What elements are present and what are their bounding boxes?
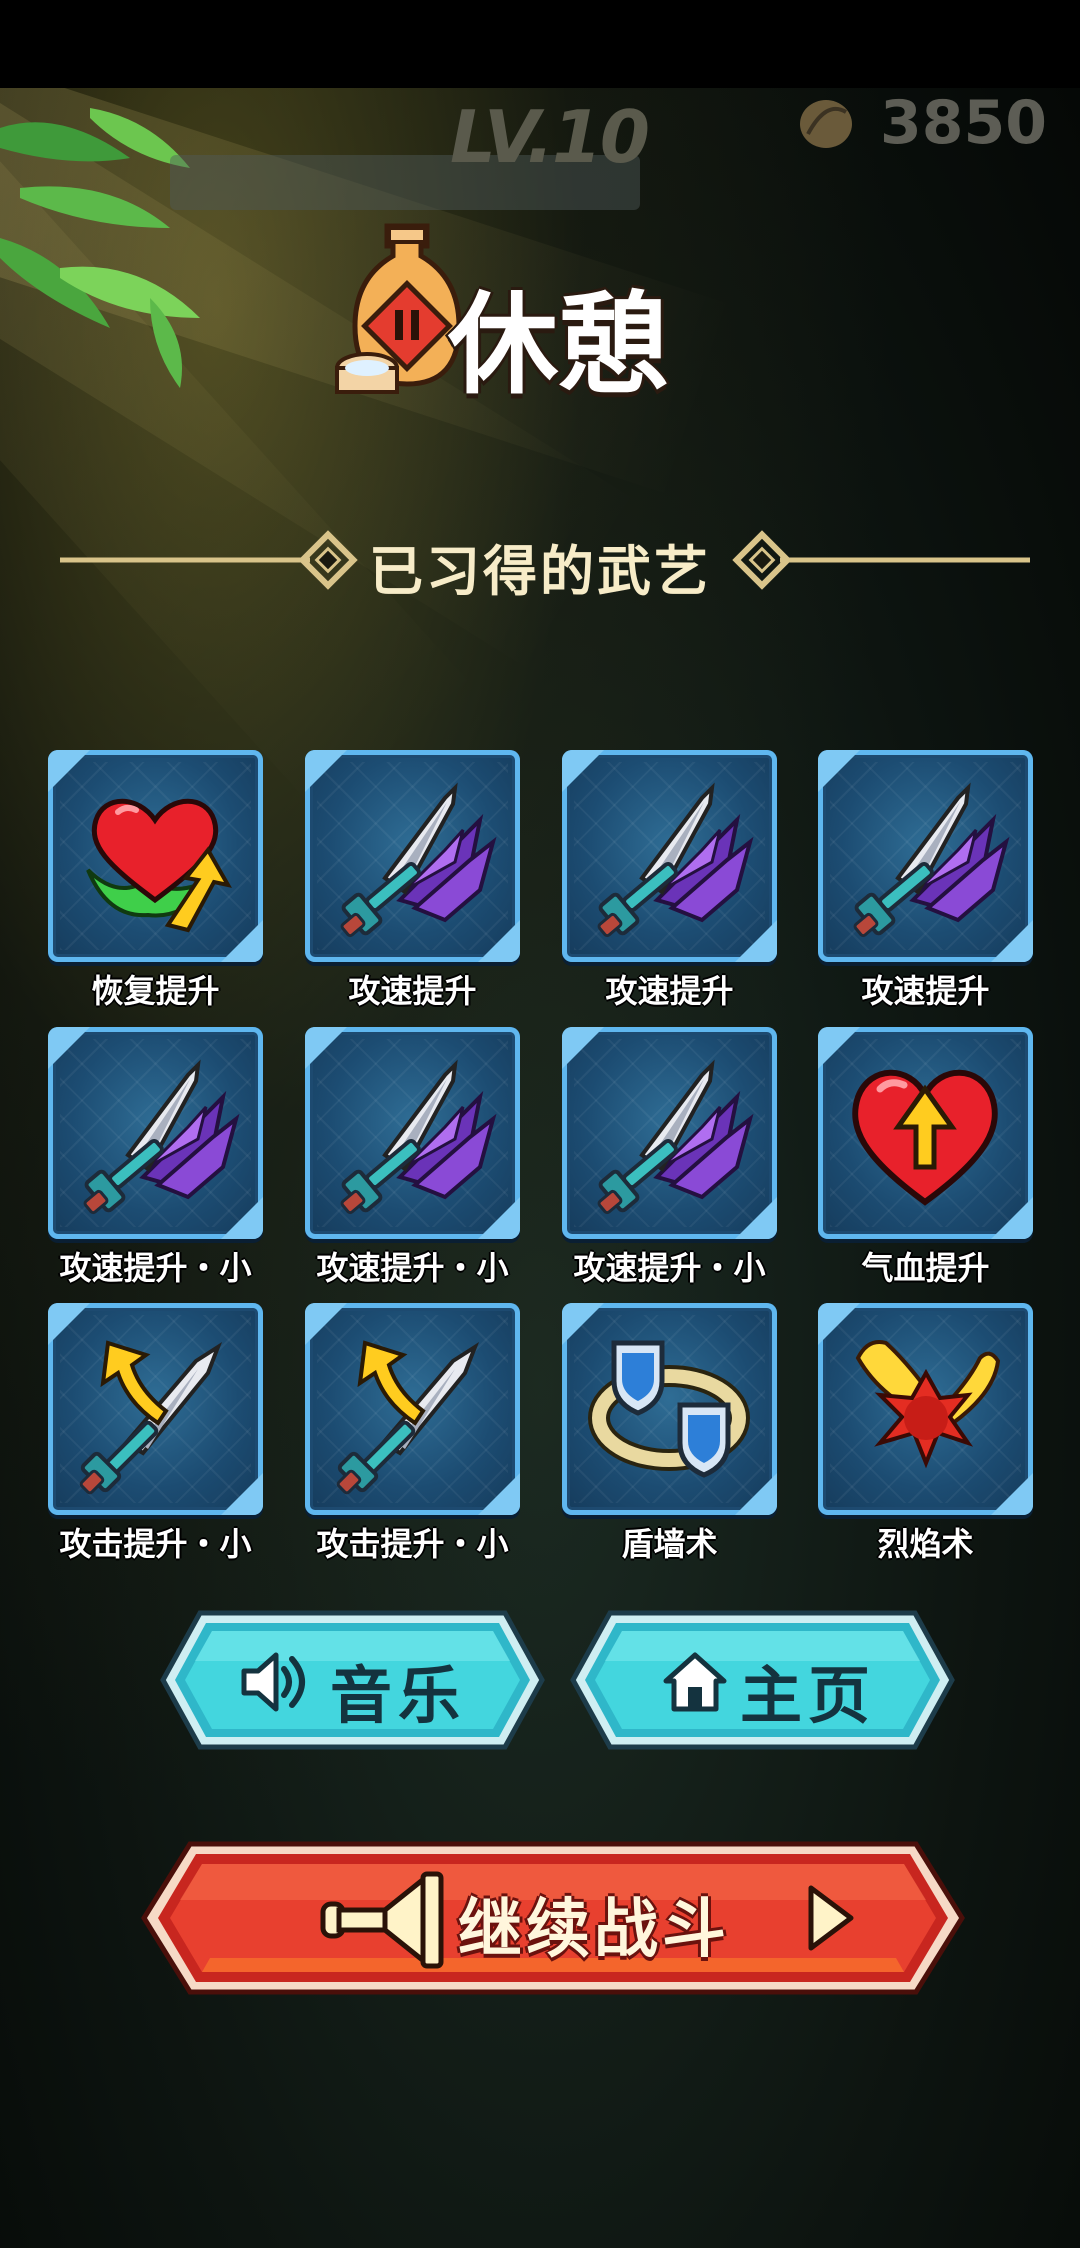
skill-card[interactable]: 攻速提升・小 — [48, 1027, 263, 1287]
level-indicator: LV.10 — [450, 95, 650, 179]
skill-label: 攻速提升・小 — [573, 1249, 766, 1287]
skill-label: 攻速提升 — [605, 972, 734, 1010]
skill-frame — [818, 1027, 1033, 1239]
sword-up-icon — [77, 1341, 220, 1497]
skill-card[interactable]: 攻速提升・小 — [562, 1027, 777, 1287]
skill-card[interactable]: 攻击提升・小 — [48, 1303, 263, 1563]
horn-icon — [320, 1871, 444, 1969]
skill-card[interactable]: 烈焰术 — [818, 1303, 1033, 1563]
skill-frame — [305, 1027, 520, 1239]
sword-up-icon — [334, 1341, 477, 1497]
skill-label: 烈焰术 — [877, 1525, 974, 1563]
home-label: 主页 — [740, 1659, 877, 1732]
home-button[interactable]: 主页 — [570, 1605, 955, 1755]
skill-card[interactable]: 气血提升 — [818, 1027, 1033, 1287]
fireball-icon — [855, 1340, 1001, 1469]
skill-card[interactable]: 攻速提升・小 — [305, 1027, 520, 1287]
skill-frame — [562, 750, 777, 962]
skill-label: 恢复提升 — [91, 972, 220, 1010]
claw-sword-icon — [81, 1063, 238, 1216]
play-arrow-icon — [808, 1885, 854, 1951]
skill-card[interactable]: 攻速提升 — [818, 750, 1033, 1010]
continue-battle-button[interactable]: 继续战斗 — [140, 1838, 966, 1998]
claw-sword-icon — [338, 786, 495, 939]
skill-label: 攻速提升・小 — [59, 1249, 252, 1287]
heart-heal-up-icon — [86, 798, 232, 933]
speaker-icon — [241, 1652, 305, 1712]
skill-label: 攻速提升 — [348, 972, 477, 1010]
skill-label: 攻击提升・小 — [316, 1525, 509, 1563]
skill-label: 气血提升 — [861, 1249, 990, 1287]
page-title: 休憩 — [448, 280, 668, 409]
heart-up-icon — [852, 1069, 998, 1206]
skill-frame — [818, 750, 1033, 962]
skill-frame — [48, 1303, 263, 1515]
skill-card[interactable]: 攻速提升 — [305, 750, 520, 1010]
skill-label: 攻击提升・小 — [59, 1525, 252, 1563]
skill-frame — [48, 750, 263, 962]
claw-sword-icon — [338, 1063, 495, 1216]
bamboo-leaves-decoration — [0, 108, 200, 388]
skill-card[interactable]: 攻速提升 — [562, 750, 777, 1010]
skill-frame — [818, 1303, 1033, 1515]
skill-card[interactable]: 攻击提升・小 — [305, 1303, 520, 1563]
section-title: 已习得的武艺 — [369, 540, 711, 603]
home-icon — [663, 1652, 727, 1712]
skill-card[interactable]: 盾墙术 — [562, 1303, 777, 1563]
skill-frame — [305, 1303, 520, 1515]
claw-sword-icon — [595, 786, 752, 939]
skill-frame — [562, 1027, 777, 1239]
claw-sword-icon — [851, 786, 1008, 939]
skill-frame — [48, 1027, 263, 1239]
claw-sword-icon — [595, 1063, 752, 1216]
leaf-coin-icon — [800, 100, 852, 148]
skill-frame — [305, 750, 520, 962]
coin-count: 3850 — [880, 88, 1047, 158]
music-button[interactable]: 音乐 — [160, 1605, 545, 1755]
skill-frame — [562, 1303, 777, 1515]
music-label: 音乐 — [330, 1659, 467, 1732]
skill-label: 盾墙术 — [621, 1525, 718, 1563]
continue-label: 继续战斗 — [458, 1893, 730, 1967]
skill-label: 攻速提升・小 — [316, 1249, 509, 1287]
skill-card[interactable]: 恢复提升 — [48, 750, 263, 1010]
skill-label: 攻速提升 — [861, 972, 990, 1010]
shield-ring-icon — [588, 1340, 750, 1478]
